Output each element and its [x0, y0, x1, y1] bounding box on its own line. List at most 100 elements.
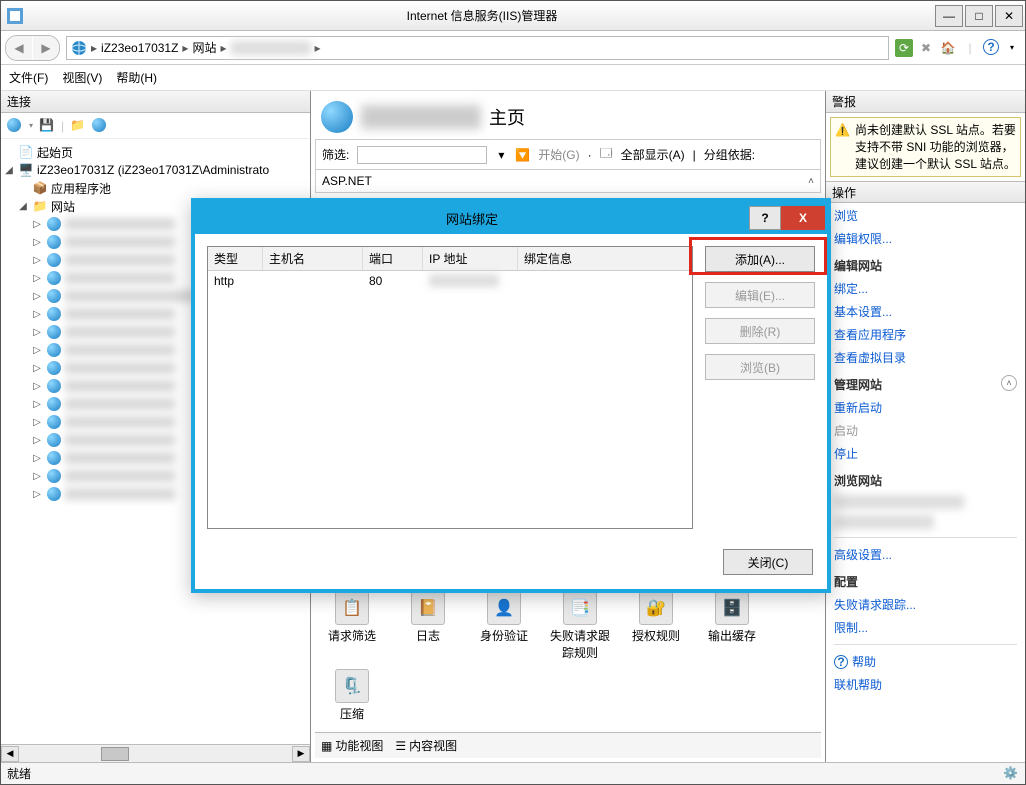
scroll-track[interactable]	[19, 746, 292, 762]
dialog-close-button[interactable]: X	[781, 206, 825, 230]
col-port[interactable]: 端口	[363, 247, 423, 270]
grid-icon: ▦	[321, 739, 332, 753]
refresh-icon[interactable]: ⟳	[895, 39, 913, 57]
menu-file[interactable]: 文件(F)	[9, 69, 48, 86]
features-view-tab[interactable]: ▦功能视图	[321, 737, 383, 754]
breadcrumb-site-name[interactable]	[231, 41, 311, 55]
action-advanced-settings[interactable]: 高级设置...	[834, 546, 1017, 563]
page-heading: 主页	[315, 95, 821, 139]
action-limits[interactable]: 限制...	[834, 619, 1017, 636]
binding-row[interactable]: http 80	[208, 271, 692, 293]
action-help[interactable]: ?帮助	[834, 653, 1017, 670]
show-all-icon: 🗔	[600, 144, 613, 165]
filter-start[interactable]: 开始(G)	[538, 146, 579, 163]
tab-label: 功能视图	[335, 737, 383, 754]
content-view-tab[interactable]: ☰内容视图	[395, 737, 457, 754]
tree-app-pools[interactable]: 📦应用程序池	[3, 179, 308, 197]
ssl-alert: ⚠️ 尚未创建默认 SSL 站点。若要支持不带 SNI 功能的浏览器，建议创建一…	[830, 117, 1021, 177]
remove-connection-icon[interactable]	[92, 118, 108, 134]
feature-logging[interactable]: 📔日志	[397, 591, 459, 661]
remove-binding-button: 删除(R)	[705, 318, 815, 344]
minimize-button[interactable]: —	[935, 5, 963, 27]
divider	[834, 644, 1017, 645]
close-dialog-button[interactable]: 关闭(C)	[723, 549, 813, 575]
add-binding-button[interactable]: 添加(A)...	[705, 246, 815, 272]
globe-icon	[71, 40, 87, 56]
menu-view[interactable]: 视图(V)	[62, 69, 102, 86]
scroll-left-icon[interactable]: ◀	[1, 746, 19, 762]
breadcrumb-sites[interactable]: 网站	[192, 39, 216, 56]
nav-back-button[interactable]: ◀	[6, 36, 32, 60]
home-icon[interactable]: 🏠	[939, 39, 957, 57]
dialog-body: 类型 主机名 端口 IP 地址 绑定信息 http 80 添加(A)... 编辑…	[195, 234, 827, 541]
show-all[interactable]: 全部显示(A)	[621, 146, 685, 163]
action-basic-settings[interactable]: 基本设置...	[834, 303, 1017, 320]
chevron-up-icon[interactable]: ˄	[1001, 375, 1017, 391]
close-button[interactable]: ✕	[995, 5, 1023, 27]
actions-panel: 警报 ⚠️ 尚未创建默认 SSL 站点。若要支持不带 SNI 功能的浏览器，建议…	[825, 91, 1025, 762]
menubar: 文件(F) 视图(V) 帮助(H)	[1, 65, 1025, 91]
browse-link-blur[interactable]	[834, 515, 934, 529]
stop-icon[interactable]: ✖	[917, 39, 935, 57]
tree-start-page[interactable]: 📄起始页	[3, 143, 308, 161]
breadcrumb[interactable]: ▸ iZ23eo17031Z ▸ 网站 ▸ ▸	[66, 36, 889, 60]
scroll-thumb[interactable]	[101, 747, 129, 761]
category-aspnet[interactable]: ASP.NET ˄	[315, 169, 821, 193]
feature-request-filtering[interactable]: 📋请求筛选	[321, 591, 383, 661]
col-type[interactable]: 类型	[208, 247, 263, 270]
action-stop[interactable]: 停止	[834, 445, 1017, 462]
feature-authorization[interactable]: 🔐授权规则	[625, 591, 687, 661]
nav-arrows: ◀ ▶	[5, 35, 60, 61]
group-by-label: 分组依据:	[704, 146, 755, 163]
menu-help[interactable]: 帮助(H)	[116, 69, 157, 86]
site-bindings-dialog: 网站绑定 ? X 类型 主机名 端口 IP 地址 绑定信息 http 80	[191, 198, 831, 593]
section-browse-site: 浏览网站	[834, 472, 1017, 489]
action-view-apps[interactable]: 查看应用程序	[834, 326, 1017, 343]
dialog-help-button[interactable]: ?	[749, 206, 781, 230]
filter-bar: 筛选: ▾ 🔽 开始(G) · 🗔 全部显示(A) | 分组依据:	[315, 139, 821, 169]
feature-authentication[interactable]: 👤身份验证	[473, 591, 535, 661]
help-icon: ?	[834, 655, 848, 669]
action-edit-permissions[interactable]: 编辑权限...	[834, 230, 1017, 247]
scroll-right-icon[interactable]: ▶	[292, 746, 310, 762]
tree-server[interactable]: ◢🖥️iZ23eo17031Z (iZ23eo17031Z\Administra…	[3, 161, 308, 179]
compression-icon: 🗜️	[335, 669, 369, 703]
feature-failed-request[interactable]: 📑失败请求跟踪规则	[549, 591, 611, 661]
tree-site-label	[65, 452, 175, 464]
toolbar-sep: ▾	[29, 121, 33, 130]
failed-request-icon: 📑	[563, 591, 597, 625]
filter-dropdown-icon[interactable]: ▾	[495, 148, 507, 162]
action-bindings[interactable]: 绑定...	[834, 280, 1017, 297]
feature-label: 压缩	[340, 705, 364, 722]
connections-header: 连接	[1, 91, 310, 113]
maximize-button[interactable]: □	[965, 5, 993, 27]
section-configure: 配置	[834, 573, 1017, 590]
status-config-icon[interactable]: ⚙️	[1003, 766, 1019, 782]
folder-icon[interactable]: 📁	[70, 118, 86, 134]
col-host[interactable]: 主机名	[263, 247, 363, 270]
action-restart[interactable]: 重新启动	[834, 399, 1017, 416]
col-ip[interactable]: IP 地址	[423, 247, 518, 270]
tree-label: 起始页	[37, 144, 73, 161]
filter-input[interactable]	[357, 146, 487, 164]
nav-forward-button[interactable]: ▶	[33, 36, 59, 60]
action-online-help[interactable]: 联机帮助	[834, 676, 1017, 693]
breadcrumb-server[interactable]: iZ23eo17031Z	[101, 41, 178, 55]
browse-link-blur[interactable]	[834, 495, 964, 509]
feature-compression[interactable]: 🗜️ 压缩	[321, 669, 383, 722]
action-view-vdirs[interactable]: 查看虚拟目录	[834, 349, 1017, 366]
action-browse[interactable]: 浏览	[834, 207, 1017, 224]
left-scrollbar[interactable]: ◀ ▶	[1, 744, 310, 762]
col-binding[interactable]: 绑定信息	[518, 247, 692, 270]
save-icon[interactable]: 💾	[39, 118, 55, 134]
filter-go-icon[interactable]: 🔽	[515, 148, 530, 162]
logging-icon: 📔	[411, 591, 445, 625]
chevron-up-icon[interactable]: ˄	[808, 176, 814, 187]
ssl-alert-text: 尚未创建默认 SSL 站点。若要支持不带 SNI 功能的浏览器，建议创建一个默认…	[855, 123, 1016, 171]
feature-output-cache[interactable]: 🗄️输出缓存	[701, 591, 763, 661]
app-icon	[7, 8, 23, 24]
help-dropdown-icon[interactable]: ▾	[1003, 39, 1021, 57]
action-failed-request-tracing[interactable]: 失败请求跟踪...	[834, 596, 1017, 613]
help-icon[interactable]: ?	[983, 39, 999, 55]
connect-icon[interactable]	[7, 118, 23, 134]
